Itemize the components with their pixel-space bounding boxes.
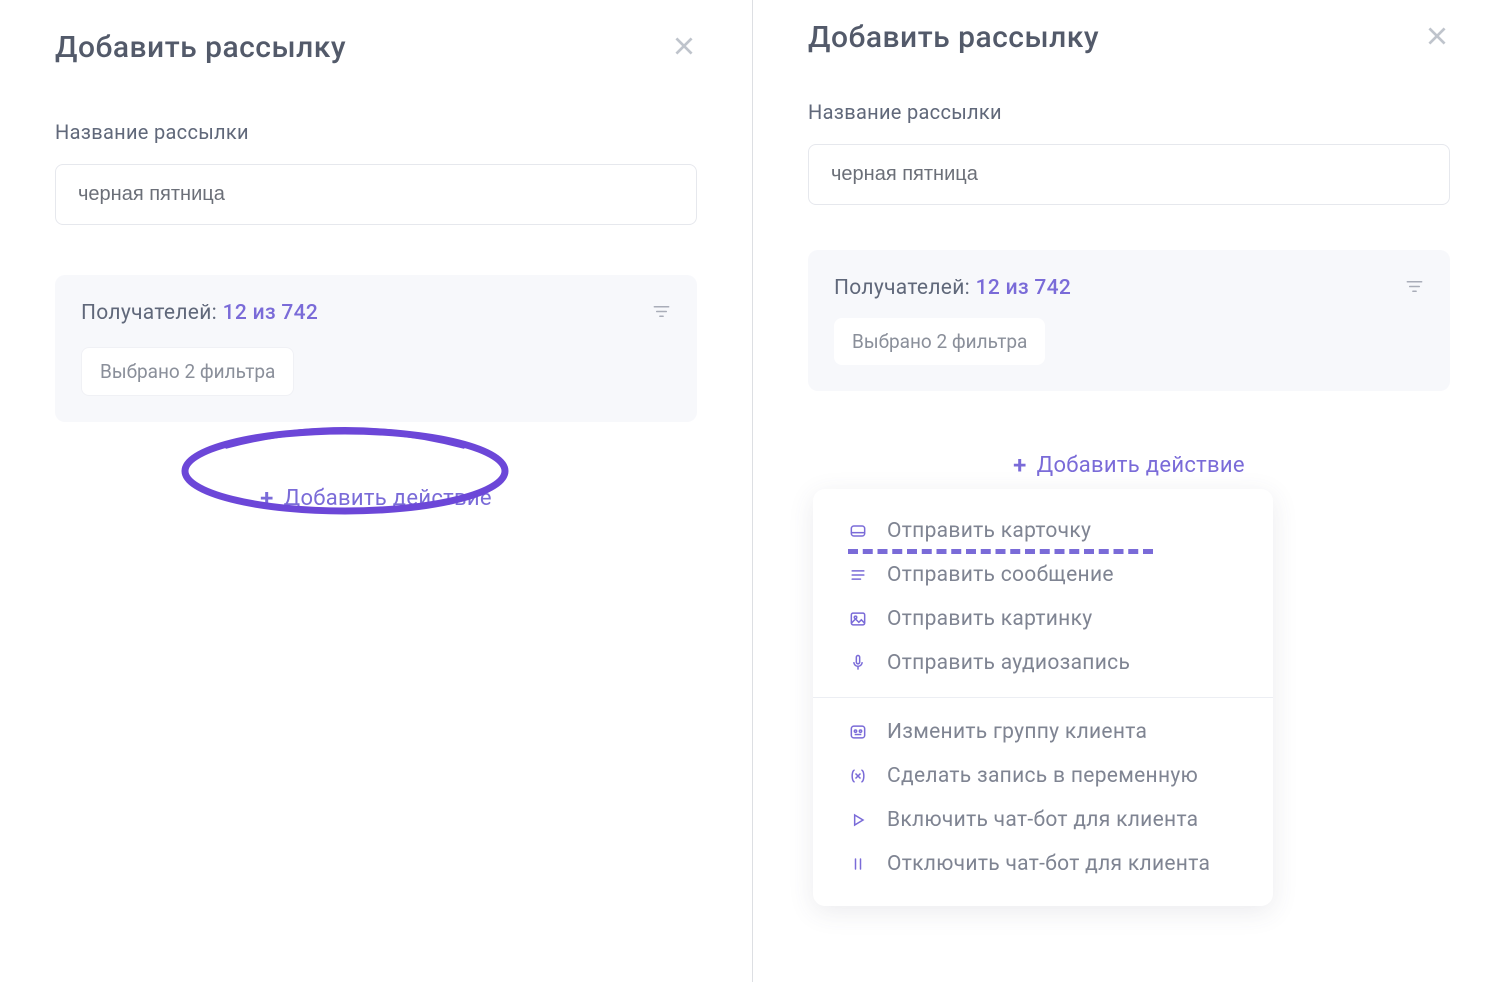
add-action-button[interactable]: + Добавить действие <box>1013 451 1245 479</box>
close-icon <box>671 33 697 63</box>
recipients-card: Получателей: 12 из 742 Выбрано 2 фильтра <box>55 275 697 422</box>
menu-label: Изменить группу клиента <box>887 720 1147 744</box>
menu-label: Включить чат-бот для клиента <box>887 808 1198 832</box>
menu-divider <box>813 697 1273 698</box>
panel-header: Добавить рассылку <box>808 20 1450 55</box>
close-icon <box>1424 23 1450 53</box>
campaign-name-input[interactable] <box>55 164 697 225</box>
card-icon <box>847 520 869 542</box>
microphone-icon <box>847 652 869 674</box>
filter-icon[interactable] <box>652 302 671 325</box>
add-action-row: + Добавить действие <box>808 451 1450 479</box>
plus-icon: + <box>260 484 274 512</box>
pause-icon <box>847 853 869 875</box>
menu-send-card[interactable]: Отправить карточку <box>813 509 1273 553</box>
action-dropdown: Отправить карточку Отправить сообщение О… <box>813 489 1273 906</box>
variable-icon <box>847 765 869 787</box>
menu-change-group[interactable]: Изменить группу клиента <box>813 710 1273 754</box>
recipients-row: Получателей: 12 из 742 <box>834 276 1424 300</box>
recipients-label: Получателей: <box>81 301 217 325</box>
menu-enable-chatbot[interactable]: Включить чат-бот для клиента <box>813 798 1273 842</box>
add-action-row: + Добавить действие <box>55 484 697 512</box>
menu-label: Отправить картинку <box>887 607 1092 631</box>
filter-chip[interactable]: Выбрано 2 фильтра <box>834 318 1045 365</box>
menu-write-variable[interactable]: Сделать запись в переменную <box>813 754 1273 798</box>
filter-chip[interactable]: Выбрано 2 фильтра <box>81 347 294 396</box>
message-icon <box>847 564 869 586</box>
image-icon <box>847 608 869 630</box>
close-button[interactable] <box>671 33 697 63</box>
add-action-label: Добавить действие <box>1037 453 1245 478</box>
menu-label: Сделать запись в переменную <box>887 764 1198 788</box>
recipients-row: Получателей: 12 из 742 <box>81 301 671 325</box>
panel-title: Добавить рассылку <box>55 30 346 65</box>
campaign-name-input[interactable] <box>808 144 1450 205</box>
recipients-text: Получателей: 12 из 742 <box>81 301 318 325</box>
filter-icon[interactable] <box>1405 277 1424 300</box>
recipients-count: 12 из 742 <box>223 301 319 325</box>
menu-disable-chatbot[interactable]: Отключить чат-бот для клиента <box>813 842 1273 886</box>
name-label: Название рассылки <box>55 120 697 144</box>
add-action-button[interactable]: + Добавить действие <box>260 484 492 512</box>
group-icon <box>847 721 869 743</box>
menu-label: Отключить чат-бот для клиента <box>887 852 1210 876</box>
menu-label: Отправить карточку <box>887 519 1091 543</box>
menu-send-message[interactable]: Отправить сообщение <box>813 553 1273 597</box>
play-icon <box>847 809 869 831</box>
close-button[interactable] <box>1424 23 1450 53</box>
recipients-label: Получателей: <box>834 276 970 300</box>
recipients-count: 12 из 742 <box>976 276 1072 300</box>
name-label: Название рассылки <box>808 100 1450 124</box>
menu-send-image[interactable]: Отправить картинку <box>813 597 1273 641</box>
add-action-label: Добавить действие <box>284 486 492 511</box>
recipients-card: Получателей: 12 из 742 Выбрано 2 фильтра <box>808 250 1450 391</box>
recipients-text: Получателей: 12 из 742 <box>834 276 1071 300</box>
panel-right: Добавить рассылку Название рассылки Полу… <box>753 0 1505 982</box>
plus-icon: + <box>1013 451 1027 479</box>
panel-left: Добавить рассылку Название рассылки Полу… <box>0 0 753 982</box>
panel-title: Добавить рассылку <box>808 20 1099 55</box>
menu-label: Отправить сообщение <box>887 563 1114 587</box>
panel-header: Добавить рассылку <box>55 30 697 65</box>
menu-send-audio[interactable]: Отправить аудиозапись <box>813 641 1273 685</box>
menu-label: Отправить аудиозапись <box>887 651 1130 675</box>
